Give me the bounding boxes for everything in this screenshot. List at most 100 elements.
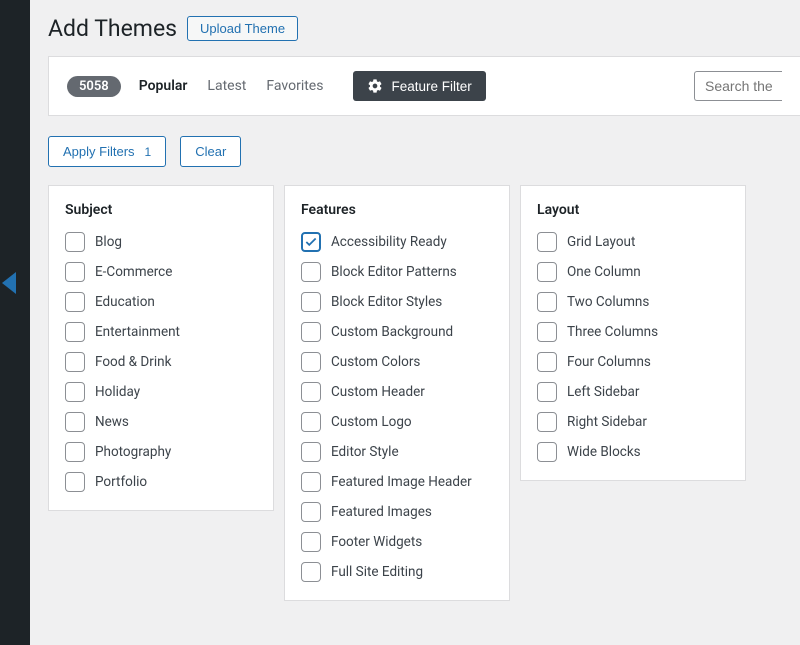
filter-option-label: Custom Background	[331, 324, 453, 340]
filter-option-label: Food & Drink	[95, 354, 171, 370]
checkbox-icon[interactable]	[301, 502, 321, 522]
filter-option-label: Featured Images	[331, 504, 432, 520]
checkbox-icon[interactable]	[65, 472, 85, 492]
filter-option-label: Block Editor Styles	[331, 294, 442, 310]
filter-option-label: Blog	[95, 234, 122, 250]
filter-option[interactable]: Food & Drink	[65, 352, 257, 372]
checkbox-icon[interactable]	[537, 442, 557, 462]
filter-bar: 5058 Popular Latest Favorites Feature Fi…	[48, 56, 800, 116]
checkbox-icon[interactable]	[301, 382, 321, 402]
page-title: Add Themes	[48, 15, 177, 42]
filter-option[interactable]: Photography	[65, 442, 257, 462]
checkbox-icon[interactable]	[301, 232, 321, 252]
checkbox-icon[interactable]	[65, 442, 85, 462]
checkbox-icon[interactable]	[65, 322, 85, 342]
filter-option[interactable]: Wide Blocks	[537, 442, 729, 462]
filter-option[interactable]: Custom Background	[301, 322, 493, 342]
filter-option-label: Photography	[95, 444, 171, 460]
checkbox-icon[interactable]	[537, 382, 557, 402]
checkbox-icon[interactable]	[65, 352, 85, 372]
checkbox-icon[interactable]	[301, 532, 321, 552]
filter-option[interactable]: Custom Logo	[301, 412, 493, 432]
search-input[interactable]	[694, 71, 782, 101]
filter-option[interactable]: News	[65, 412, 257, 432]
checkbox-icon[interactable]	[537, 322, 557, 342]
filter-option[interactable]: Grid Layout	[537, 232, 729, 252]
checkbox-icon[interactable]	[65, 292, 85, 312]
filter-option-label: Custom Colors	[331, 354, 420, 370]
filter-option-label: Full Site Editing	[331, 564, 423, 580]
tab-popular[interactable]: Popular	[139, 78, 188, 94]
layout-heading: Layout	[537, 202, 729, 218]
tab-latest[interactable]: Latest	[207, 78, 246, 94]
checkbox-icon[interactable]	[301, 322, 321, 342]
filter-option[interactable]: Block Editor Styles	[301, 292, 493, 312]
feature-filter-label: Feature Filter	[391, 79, 471, 94]
filter-option[interactable]: E-Commerce	[65, 262, 257, 282]
checkbox-icon[interactable]	[301, 262, 321, 282]
filter-option[interactable]: Education	[65, 292, 257, 312]
collapse-menu-icon[interactable]	[2, 272, 16, 294]
checkbox-icon[interactable]	[301, 472, 321, 492]
filter-option[interactable]: Left Sidebar	[537, 382, 729, 402]
checkbox-icon[interactable]	[301, 442, 321, 462]
filter-option[interactable]: Custom Colors	[301, 352, 493, 372]
filter-card-features: Features Accessibility ReadyBlock Editor…	[284, 185, 510, 601]
filter-option[interactable]: Entertainment	[65, 322, 257, 342]
apply-filters-count: 1	[145, 145, 152, 159]
checkbox-icon[interactable]	[301, 352, 321, 372]
filter-option[interactable]: Full Site Editing	[301, 562, 493, 582]
filter-option[interactable]: Portfolio	[65, 472, 257, 492]
filter-option-label: Four Columns	[567, 354, 651, 370]
filter-option-label: Editor Style	[331, 444, 399, 460]
filter-option[interactable]: Featured Image Header	[301, 472, 493, 492]
filter-option[interactable]: Footer Widgets	[301, 532, 493, 552]
checkbox-icon[interactable]	[301, 292, 321, 312]
filter-option-label: Wide Blocks	[567, 444, 641, 460]
checkbox-icon[interactable]	[537, 412, 557, 432]
filter-option[interactable]: Holiday	[65, 382, 257, 402]
filter-option-label: One Column	[567, 264, 641, 280]
filter-option[interactable]: Two Columns	[537, 292, 729, 312]
apply-filters-label: Apply Filters	[63, 144, 135, 159]
theme-count-pill: 5058	[67, 76, 121, 97]
checkbox-icon[interactable]	[537, 232, 557, 252]
checkbox-icon[interactable]	[537, 352, 557, 372]
filter-option[interactable]: Block Editor Patterns	[301, 262, 493, 282]
filter-option-label: Accessibility Ready	[331, 234, 447, 250]
filter-option[interactable]: Editor Style	[301, 442, 493, 462]
upload-theme-button[interactable]: Upload Theme	[187, 16, 298, 41]
filter-option-label: Entertainment	[95, 324, 180, 340]
filter-option[interactable]: Four Columns	[537, 352, 729, 372]
filter-card-subject: Subject BlogE-CommerceEducationEntertain…	[48, 185, 274, 511]
filter-option-label: Right Sidebar	[567, 414, 647, 430]
main-content: Add Themes Upload Theme 5058 Popular Lat…	[30, 0, 800, 645]
checkbox-icon[interactable]	[301, 412, 321, 432]
filter-option-label: Grid Layout	[567, 234, 635, 250]
filter-card-layout: Layout Grid Layout One Column Two Columns T…	[520, 185, 746, 481]
tab-favorites[interactable]: Favorites	[266, 78, 323, 94]
filter-option-label: Left Sidebar	[567, 384, 639, 400]
checkbox-icon[interactable]	[65, 412, 85, 432]
filter-option-label: Custom Logo	[331, 414, 412, 430]
filter-option[interactable]: Featured Images	[301, 502, 493, 522]
apply-filters-button[interactable]: Apply Filters 1	[48, 136, 166, 167]
clear-button[interactable]: Clear	[180, 136, 241, 167]
filter-option[interactable]: One Column	[537, 262, 729, 282]
filter-option-label: Three Columns	[567, 324, 658, 340]
filter-option[interactable]: Custom Header	[301, 382, 493, 402]
filter-option[interactable]: Three Columns	[537, 322, 729, 342]
checkbox-icon[interactable]	[65, 232, 85, 252]
checkbox-icon[interactable]	[65, 382, 85, 402]
checkbox-icon[interactable]	[537, 262, 557, 282]
filter-option-label: Holiday	[95, 384, 140, 400]
checkbox-icon[interactable]	[65, 262, 85, 282]
checkbox-icon[interactable]	[537, 292, 557, 312]
filter-option[interactable]: Blog	[65, 232, 257, 252]
filter-option-label: Portfolio	[95, 474, 147, 490]
checkbox-icon[interactable]	[301, 562, 321, 582]
filter-option[interactable]: Accessibility Ready	[301, 232, 493, 252]
filter-option[interactable]: Right Sidebar	[537, 412, 729, 432]
feature-filter-button[interactable]: Feature Filter	[353, 71, 485, 101]
filter-option-label: Education	[95, 294, 155, 310]
